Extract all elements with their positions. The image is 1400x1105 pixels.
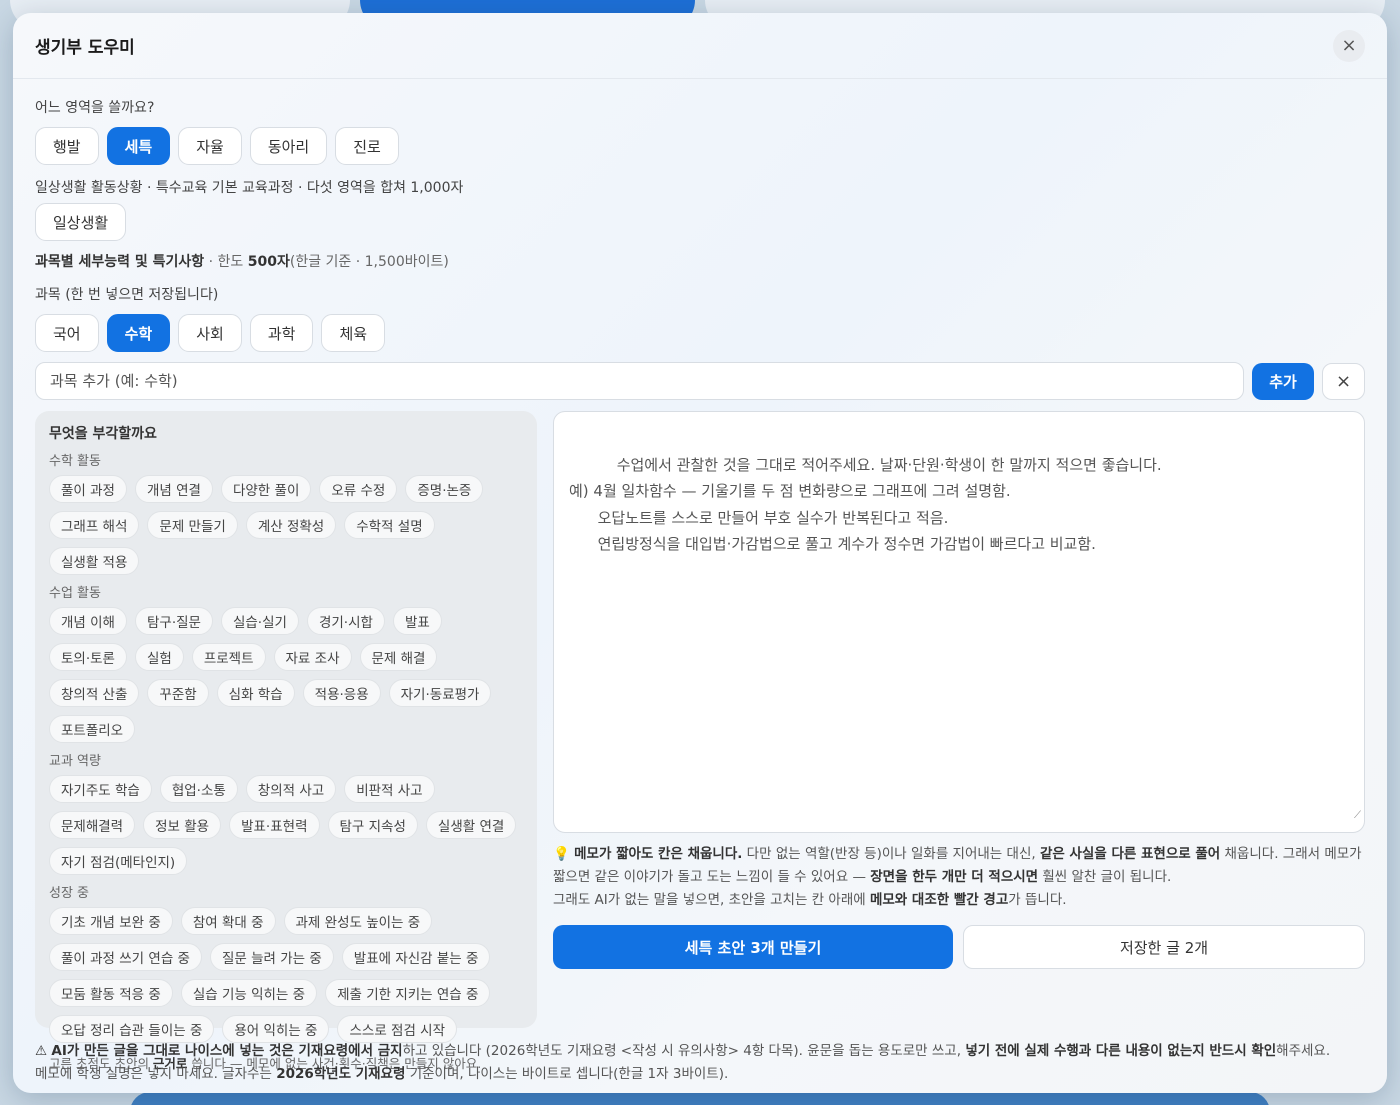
focus-chip[interactable]: 스스로 점검 시작 — [337, 1015, 458, 1043]
focus-chip[interactable]: 실생활 연결 — [425, 811, 517, 839]
subject-tab-math[interactable]: 수학 — [106, 314, 171, 352]
limit-note: 과목별 세부능력 및 특기사항 · 한도 500자(한글 기준 · 1,500바… — [35, 254, 449, 270]
focus-chip[interactable]: 개념 연결 — [134, 475, 213, 503]
focus-chip-group: 기초 개념 보완 중 참여 확대 중 과제 완성도 높이는 중풀이 과정 쓰기 연습… — [49, 907, 523, 1043]
close-button[interactable]: × — [1333, 29, 1365, 62]
focus-group-label: 교과 역량 — [49, 754, 101, 769]
area-tab-jayul[interactable]: 자율 — [178, 127, 242, 165]
daily-note: 일상생활 활동상황 · 특수교육 기본 교육과정 · 다섯 영역을 합쳐 1,0… — [35, 180, 464, 196]
focus-chip[interactable]: 심화 학습 — [216, 679, 295, 707]
focus-chip[interactable]: 문제 해결 — [359, 643, 438, 671]
subject-add-input[interactable] — [35, 362, 1244, 400]
focus-panel-title: 무엇을 부각할까요 — [49, 426, 157, 442]
focus-chip[interactable]: 자료 조사 — [273, 643, 352, 671]
focus-group-label: 수업 활동 — [49, 586, 101, 601]
focus-chip[interactable]: 제출 기한 지키는 연습 중 — [325, 979, 491, 1007]
focus-chip[interactable]: 자기 점검(메타인지) — [49, 847, 188, 875]
focus-chip-group: 개념 이해 탐구·질문 실습·실기 경기·시합 발표토의·토론 실험 프로젝트 자료 조사 문제… — [49, 607, 523, 743]
focus-chip[interactable]: 과제 완성도 높이는 중 — [283, 907, 433, 935]
focus-chip[interactable]: 실험 — [134, 643, 184, 671]
focus-chip[interactable]: 프로젝트 — [191, 643, 266, 671]
area-tabs: 행발 세특 자율 동아리 진로 — [35, 127, 1365, 165]
focus-chip[interactable]: 계산 정확성 — [245, 511, 337, 539]
warning-icon: ⚠ — [35, 1043, 48, 1059]
focus-chip-group: 자기주도 학습 협업·소통 창의적 사고 비판적 사고문제해결력 정보 활용 발표·표현력… — [49, 775, 523, 875]
focus-chip[interactable]: 발표·표현력 — [229, 811, 320, 839]
focus-chip[interactable]: 참여 확대 중 — [180, 907, 276, 935]
memo-tip: 💡 메모가 짧아도 칸은 채웁니다. 다만 없는 역할(반장 등)이나 일화를 … — [553, 846, 1362, 908]
focus-panel: 무엇을 부각할까요 수학 활동풀이 과정 개념 연결 다양한 풀이 오류 수정 증명·논… — [35, 411, 537, 1071]
subject-tab-social[interactable]: 사회 — [178, 314, 242, 352]
subject-tab-science[interactable]: 과학 — [249, 314, 314, 352]
subject-label: 과목 (한 번 넣으면 저장됩니다) — [35, 287, 219, 303]
area-tab-club[interactable]: 동아리 — [249, 127, 328, 165]
focus-chip[interactable]: 문제 만들기 — [147, 511, 238, 539]
subject-tab-korean[interactable]: 국어 — [35, 314, 99, 352]
saved-drafts-button[interactable]: 저장한 글 2개 — [963, 925, 1365, 969]
focus-chip[interactable]: 발표에 자신감 붙는 중 — [341, 943, 491, 971]
focus-chip[interactable]: 증명·논증 — [405, 475, 484, 503]
focus-chip[interactable]: 창의적 산출 — [49, 679, 140, 707]
background-card — [130, 1092, 1270, 1105]
clear-subject-button[interactable]: × — [1322, 362, 1365, 400]
focus-group-label: 수학 활동 — [49, 454, 101, 469]
policy-warning: ⚠ AI가 만든 글을 그대로 나이스에 넣는 것은 기재요령에서 금지하고 있… — [35, 1043, 1331, 1082]
area-tab-haengbal[interactable]: 행발 — [35, 127, 99, 165]
focus-chip[interactable]: 비판적 사고 — [344, 775, 435, 803]
focus-chip[interactable]: 질문 늘려 가는 중 — [209, 943, 334, 971]
focus-chip[interactable]: 개념 이해 — [49, 607, 127, 635]
focus-chip[interactable]: 실생활 적용 — [49, 547, 140, 575]
focus-chip[interactable]: 자기주도 학습 — [49, 775, 152, 803]
focus-chip[interactable]: 다양한 풀이 — [220, 475, 312, 503]
add-subject-button[interactable]: 추가 — [1252, 362, 1314, 400]
focus-chip[interactable]: 토의·토론 — [49, 643, 127, 671]
focus-chip[interactable]: 문제해결력 — [49, 811, 136, 839]
focus-chip[interactable]: 수학적 설명 — [344, 511, 435, 539]
focus-group-label: 성장 중 — [49, 886, 90, 901]
focus-chip[interactable]: 경기·시합 — [306, 607, 385, 635]
modal-header: 생기부 도우미 × — [13, 13, 1387, 79]
focus-chip[interactable]: 기초 개념 보완 중 — [49, 907, 173, 935]
memo-textarea[interactable]: 수업에서 관찰한 것을 그대로 적어주세요. 날짜·단원·학생이 한 말까지 적… — [553, 411, 1365, 833]
resize-handle-icon[interactable]: ⟋ — [1354, 803, 1361, 830]
subject-tab-pe[interactable]: 체육 — [321, 314, 386, 352]
lightbulb-icon: 💡 — [553, 846, 570, 862]
close-icon: × — [1335, 370, 1352, 392]
focus-chip[interactable]: 오류 수정 — [319, 475, 398, 503]
focus-chip[interactable]: 용어 익히는 중 — [222, 1015, 330, 1043]
daily-life-button[interactable]: 일상생활 — [35, 203, 127, 241]
focus-chip[interactable]: 꾸준함 — [147, 679, 209, 707]
focus-chip[interactable]: 탐구·질문 — [134, 607, 213, 635]
focus-chip[interactable]: 오답 정리 습관 들이는 중 — [49, 1015, 215, 1043]
generate-drafts-button[interactable]: 세특 초안 3개 만들기 — [553, 925, 953, 969]
area-tab-setuk[interactable]: 세특 — [106, 127, 171, 165]
focus-chip[interactable]: 탐구 지속성 — [327, 811, 418, 839]
focus-chip[interactable]: 풀이 과정 — [49, 475, 127, 503]
focus-chip[interactable]: 풀이 과정 쓰기 연습 중 — [49, 943, 202, 971]
subject-tabs: 국어 수학 사회 과학 체육 — [35, 314, 1365, 352]
focus-chip[interactable]: 모둠 활동 적응 중 — [49, 979, 173, 1007]
focus-chip[interactable]: 그래프 해석 — [49, 511, 140, 539]
focus-chip[interactable]: 자기·동료평가 — [388, 679, 492, 707]
memo-placeholder: 수업에서 관찰한 것을 그대로 적어주세요. 날짜·단원·학생이 한 말까지 적… — [569, 455, 1162, 554]
focus-chip[interactable]: 정보 활용 — [143, 811, 222, 839]
focus-chip[interactable]: 발표 — [392, 607, 442, 635]
focus-chip[interactable]: 적용·응용 — [302, 679, 381, 707]
focus-chip[interactable]: 실습 기능 익히는 중 — [180, 979, 318, 1007]
close-icon: × — [1341, 35, 1357, 56]
focus-chip-group: 풀이 과정 개념 연결 다양한 풀이 오류 수정 증명·논증그래프 해석 문제 만들기 계산… — [49, 475, 523, 575]
focus-chip[interactable]: 실습·실기 — [220, 607, 299, 635]
modal-title: 생기부 도우미 — [35, 38, 135, 58]
assistant-modal: 생기부 도우미 × 어느 영역을 쓸까요? 행발 세특 자율 동아리 진로 일상… — [13, 13, 1387, 1093]
area-tab-career[interactable]: 진로 — [335, 127, 399, 165]
area-label: 어느 영역을 쓸까요? — [35, 100, 155, 116]
focus-chip[interactable]: 창의적 사고 — [245, 775, 337, 803]
focus-chip[interactable]: 협업·소통 — [159, 775, 238, 803]
focus-chip[interactable]: 포트폴리오 — [49, 715, 136, 743]
